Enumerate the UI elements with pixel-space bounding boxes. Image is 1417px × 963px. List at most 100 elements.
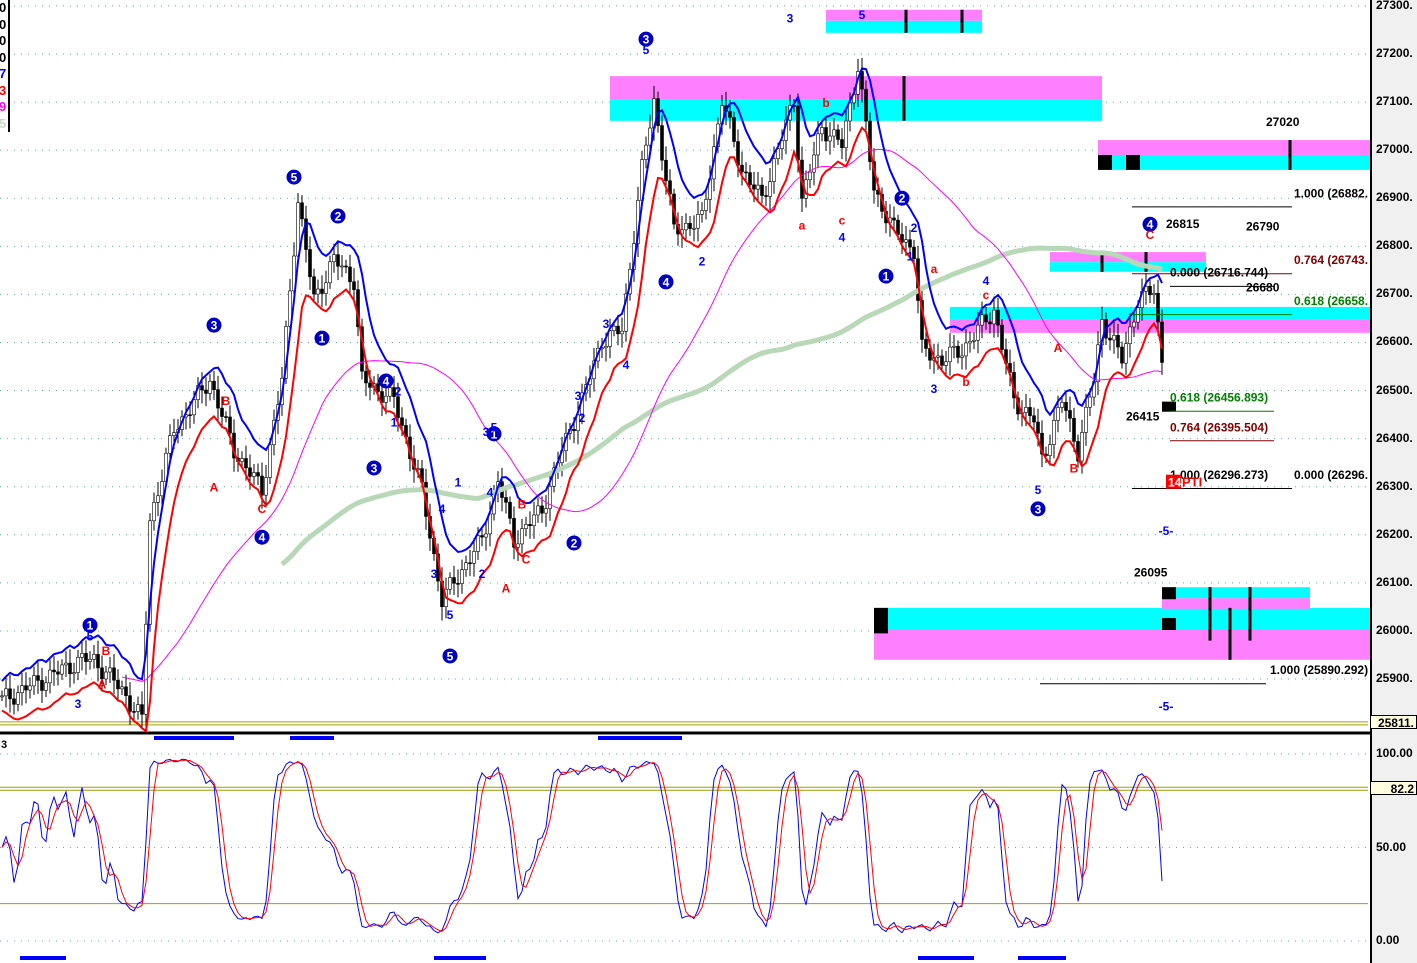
candle-body: [64, 662, 68, 666]
candle-body: [36, 675, 40, 681]
wave-label: 4: [383, 374, 390, 388]
candle-body: [828, 135, 832, 142]
wave-label: 1: [883, 270, 890, 284]
wave-label: b: [822, 96, 829, 110]
candle-body: [948, 346, 952, 363]
wave-label: 5: [447, 608, 454, 622]
wave-label: 3: [211, 319, 218, 333]
price-tick-label: 26100.: [1376, 574, 1413, 589]
candle-body: [696, 214, 700, 229]
candle-body: [256, 472, 260, 477]
candle-body: [340, 265, 344, 268]
candle-body: [944, 361, 948, 366]
candle-body: [964, 342, 968, 357]
fib-label: 0.000 (26296.: [1294, 468, 1368, 482]
time-marker: [20, 956, 66, 960]
wave-label: 2: [911, 221, 918, 235]
wave-label: c: [983, 288, 990, 302]
candle-body: [472, 551, 476, 564]
candle-body: [116, 679, 120, 690]
wave-label: 3: [431, 567, 438, 581]
candle-body: [704, 199, 708, 211]
candle-body: [400, 417, 404, 426]
candle-body: [936, 355, 940, 358]
legend-value: 0: [0, 0, 8, 17]
candle-body: [768, 181, 772, 197]
candle-body: [124, 686, 128, 697]
candle-body: [952, 345, 956, 348]
zone-tick: [1208, 587, 1212, 641]
candle-body: [824, 127, 828, 142]
wave-label: 4: [487, 485, 494, 499]
candle-body: [1156, 293, 1160, 323]
wave-label: 1: [391, 416, 398, 430]
candle-body: [764, 195, 768, 197]
wave-label: 2: [571, 536, 578, 550]
zone-band-lower: [874, 629, 1370, 660]
candle-body: [504, 497, 508, 503]
legend-value: 0: [0, 17, 8, 34]
candle-body: [296, 202, 300, 257]
candle-body: [896, 219, 900, 235]
candle-body: [60, 664, 64, 675]
time-marker: [154, 736, 234, 740]
candle-body: [464, 562, 468, 571]
candle-body: [320, 288, 324, 294]
candle-body: [216, 389, 220, 409]
fib-label: 0.000 (26716.744): [1170, 266, 1268, 280]
candle-body: [4, 688, 8, 697]
price-tick-label: 26200.: [1376, 526, 1413, 541]
zone-tick: [1248, 587, 1252, 641]
candle-body: [80, 653, 84, 658]
candle-body: [960, 355, 964, 358]
candle-body: [1060, 402, 1064, 408]
candle-body: [24, 685, 28, 691]
zone-block: [1162, 617, 1176, 630]
time-marker: [290, 736, 334, 740]
candle-body: [28, 685, 32, 691]
candle-body: [1064, 402, 1068, 411]
wave-label: 5: [643, 43, 650, 57]
fib-label: 1.000 (25890.292): [1270, 663, 1368, 677]
wave-label: c: [839, 214, 846, 228]
candle-body: [160, 481, 164, 497]
candle-body: [12, 698, 16, 705]
candle-body: [312, 276, 316, 295]
candle-body: [1052, 420, 1056, 445]
candle-body: [308, 249, 312, 278]
candle-body: [1128, 326, 1132, 345]
candle-body: [384, 395, 388, 403]
candle-body: [956, 345, 960, 358]
candle-body: [132, 711, 136, 713]
wave-label: 5: [447, 649, 454, 663]
wave-label: C: [522, 553, 531, 567]
price-tick-label: 26700.: [1376, 286, 1413, 301]
candle-body: [152, 502, 156, 522]
candle-body: [328, 261, 332, 284]
candle-body: [344, 265, 348, 268]
candle-body: [1056, 407, 1060, 421]
candle-body: [212, 380, 216, 390]
candle-body: [92, 654, 96, 660]
candle-body: [136, 704, 140, 712]
wave-label: 3: [75, 697, 82, 711]
candle-body: [396, 396, 400, 419]
candle-body: [908, 239, 912, 248]
candle-body: [32, 675, 36, 687]
candle-body: [524, 524, 528, 529]
wave-label: 2: [335, 210, 342, 224]
candle-body: [0, 695, 4, 698]
candle-body: [984, 314, 988, 323]
zone-tick: [1288, 140, 1292, 170]
candle-body: [1116, 335, 1120, 348]
wave-label: 4: [983, 274, 990, 288]
candle-body: [260, 475, 264, 496]
candle-body: [620, 330, 624, 335]
candle-body: [1108, 337, 1112, 341]
candle-body: [748, 172, 752, 186]
candle-body: [476, 535, 480, 552]
price-chart[interactable]: 3 1.000 (26882. 0.764 (26743. 0.000 (26716.…: [0, 0, 1370, 963]
price-note: 26790: [1246, 219, 1280, 233]
wave-label: A: [502, 581, 511, 595]
price-note: 26680: [1246, 281, 1280, 295]
